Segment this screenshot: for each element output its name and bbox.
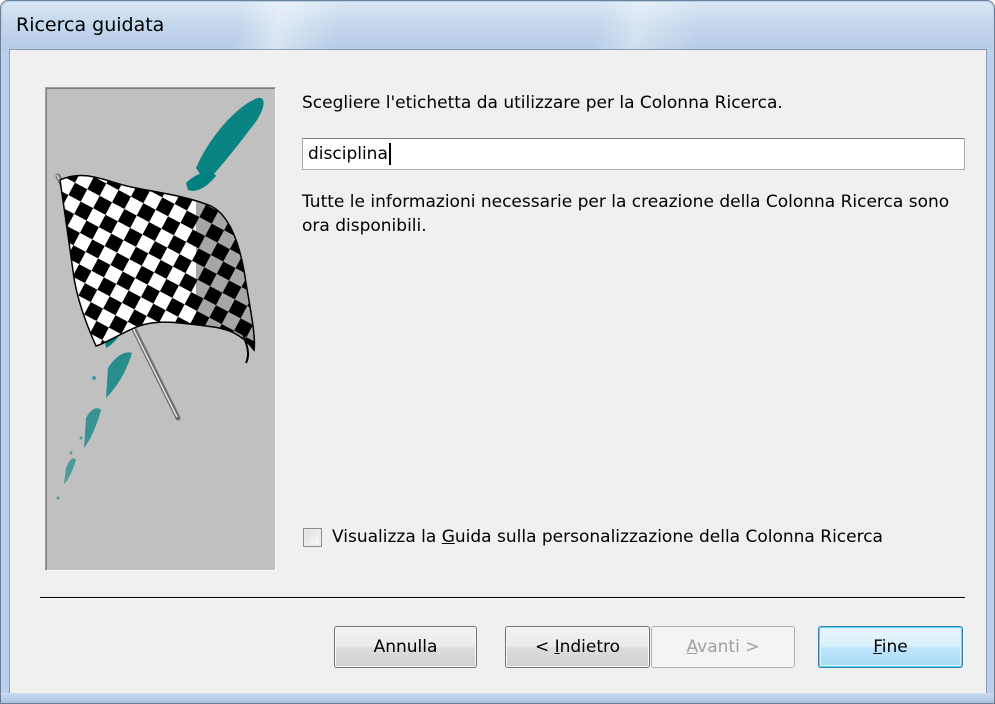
checkered-flag-image <box>45 87 276 571</box>
show-help-option[interactable]: Visualizza la Guida sulla personalizzazi… <box>303 524 883 550</box>
label-prompt-text: Scegliere l'etichetta da utilizzare per … <box>302 93 783 113</box>
column-label-input[interactable]: disciplina <box>302 138 965 170</box>
show-help-checkbox[interactable] <box>303 527 322 547</box>
separator-line <box>40 597 965 599</box>
checkered-flag-icon <box>55 97 264 500</box>
finish-accelerator: F <box>873 637 882 657</box>
next-button-label: Avanti > <box>687 637 760 657</box>
title-bar[interactable]: Ricerca guidata <box>2 2 993 50</box>
help-label-part-2: uida sulla personalizzazione della Colon… <box>454 527 883 547</box>
window-bottom-frame <box>1 693 994 703</box>
cancel-button-label: Annulla <box>373 637 438 657</box>
back-rest: ndietro <box>559 637 621 657</box>
back-prefix: < <box>534 637 555 657</box>
cancel-button[interactable]: Annulla <box>334 626 477 668</box>
finish-button[interactable]: Fine <box>818 626 963 668</box>
column-label-value: disciplina <box>308 144 388 164</box>
help-label-part-1: Visualizza la <box>332 527 442 547</box>
next-accelerator: A <box>686 637 698 657</box>
finish-button-label: Fine <box>873 637 908 657</box>
finish-rest: ine <box>881 637 908 657</box>
next-rest: vanti > <box>697 637 760 657</box>
help-label-accelerator: G <box>441 527 455 547</box>
wizard-client-area: Scegliere l'etichetta da utilizzare per … <box>9 49 987 696</box>
info-text: Tutte le informazioni necessarie per la … <box>302 192 950 236</box>
text-caret <box>388 143 391 165</box>
next-button[interactable]: Avanti > <box>651 626 795 668</box>
back-button[interactable]: < Indietro <box>505 626 650 668</box>
show-help-label[interactable]: Visualizza la Guida sulla personalizzazi… <box>332 527 883 547</box>
wizard-window: Ricerca guidata Scegliere l'etichetta da… <box>0 0 995 704</box>
back-button-label: < Indietro <box>535 637 620 657</box>
window-title: Ricerca guidata <box>16 14 165 36</box>
